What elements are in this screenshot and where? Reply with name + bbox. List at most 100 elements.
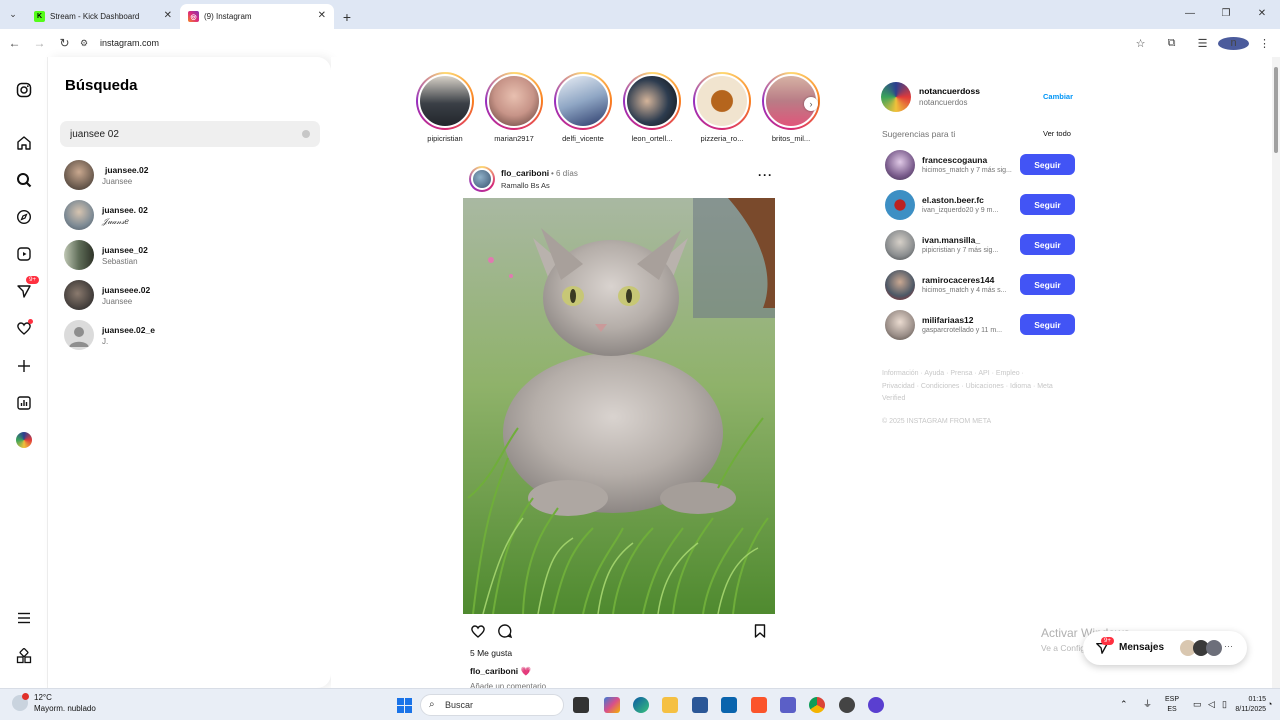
bookmark-star-icon[interactable]: ☆ (1125, 37, 1156, 50)
messages-floating-button[interactable]: 9+ Mensajes ··· (1083, 631, 1247, 665)
like-count[interactable]: 5 Me gusta (470, 648, 512, 658)
tab-instagram[interactable]: ◎ (9) Instagram ✕ (180, 4, 334, 29)
browser-menu-icon[interactable]: ⋮ (1249, 37, 1280, 50)
home-icon[interactable] (15, 134, 33, 152)
story-item[interactable]: leon_ortell... (621, 72, 683, 143)
story-username: pipicristian (427, 134, 463, 143)
dashboard-icon[interactable] (15, 394, 33, 412)
search-input[interactable] (60, 121, 320, 147)
back-icon[interactable]: ← (2, 36, 27, 50)
task-view-icon[interactable] (573, 697, 589, 713)
search-icon[interactable] (15, 171, 33, 189)
more-menu-icon[interactable] (15, 609, 33, 627)
follow-button[interactable]: Seguir (1020, 274, 1075, 295)
suggestion-username[interactable]: milifariaas12 (922, 315, 974, 325)
follow-button[interactable]: Seguir (1020, 194, 1075, 215)
follow-button[interactable]: Seguir (1020, 314, 1075, 335)
messages-icon[interactable]: 9+ (15, 276, 39, 300)
see-all-link[interactable]: Ver todo (1043, 129, 1071, 138)
post-avatar[interactable] (469, 166, 495, 192)
app-icon[interactable] (868, 697, 884, 713)
search-result[interactable]: juansee.02_e J. (64, 320, 314, 352)
weather-alert-icon (22, 693, 29, 700)
avatar[interactable] (885, 150, 915, 180)
search-result[interactable]: juansee_02 Sebastian (64, 240, 314, 272)
footer-links[interactable]: Información · Ayuda · Prensa · API · Emp… (882, 368, 1057, 406)
store-icon[interactable] (692, 697, 708, 713)
avatar[interactable] (885, 310, 915, 340)
account-username[interactable]: notancuerdoss (919, 86, 980, 96)
minimize-icon[interactable]: — (1172, 0, 1208, 27)
window-close-icon[interactable]: ✕ (1244, 0, 1280, 27)
chrome-icon[interactable] (809, 697, 825, 713)
story-avatar (418, 74, 472, 128)
tray-chevron-icon[interactable]: ⌃ (1120, 699, 1128, 709)
avatar[interactable] (885, 270, 915, 300)
suggestion-username[interactable]: el.aston.beer.fc (922, 195, 984, 205)
switch-account-button[interactable]: Cambiar (1043, 92, 1073, 101)
close-icon[interactable]: ✕ (318, 10, 326, 21)
notification-center-icon[interactable]: ◔ (1267, 699, 1272, 709)
suggestion-username[interactable]: ramirocaceres144 (922, 275, 994, 285)
post-image[interactable] (463, 198, 775, 614)
reload-icon[interactable]: ↻ (52, 36, 77, 50)
volume-icon[interactable]: ◁ (1208, 699, 1215, 709)
avatar[interactable] (885, 230, 915, 260)
windows-start-icon[interactable] (397, 698, 413, 714)
story-item[interactable]: pipicristian (414, 72, 476, 143)
post-username[interactable]: flo_cariboni (501, 168, 549, 178)
file-explorer-icon[interactable] (662, 697, 678, 713)
stories-next-icon[interactable]: › (804, 97, 818, 111)
profile-icon[interactable] (15, 431, 33, 449)
comment-icon[interactable] (497, 623, 513, 644)
app-icon[interactable] (839, 697, 855, 713)
network-icon[interactable]: ▭ (1193, 699, 1202, 709)
language-indicator[interactable]: ESP ES (1165, 695, 1179, 715)
post-time: • 6 días (551, 169, 578, 178)
follow-button[interactable]: Seguir (1020, 234, 1075, 255)
clock[interactable]: 01:15 8/11/2025 (1226, 695, 1266, 715)
usb-icon[interactable]: ⏚ (1143, 699, 1152, 709)
save-bookmark-icon[interactable] (752, 623, 768, 644)
follow-button[interactable]: Seguir (1020, 154, 1075, 175)
story-item[interactable]: pizzeria_ro... (691, 72, 753, 143)
avatar[interactable] (881, 82, 911, 112)
site-info-icon[interactable]: ⚙ (77, 38, 91, 49)
search-result[interactable]: juanseee.02 Juansee (64, 280, 314, 312)
explore-icon[interactable] (15, 208, 33, 226)
maximize-icon[interactable]: ❐ (1208, 0, 1244, 27)
search-result[interactable]: juansee.02 Juansee (64, 160, 314, 192)
edge-icon[interactable] (633, 697, 649, 713)
outlook-icon[interactable] (721, 697, 737, 713)
suggestion-username[interactable]: francescogauna (922, 155, 987, 165)
post-location[interactable]: Ramallo Bs As (501, 181, 550, 190)
create-icon[interactable] (15, 357, 33, 375)
avatar[interactable] (885, 190, 915, 220)
tab-kick-dashboard[interactable]: K Stream - Kick Dashboard ✕ (26, 4, 180, 29)
story-item[interactable]: marian2917 (483, 72, 545, 143)
page-scrollbar[interactable] (1272, 57, 1280, 688)
story-item[interactable]: delfi_vicente (552, 72, 614, 143)
brave-icon[interactable] (751, 697, 767, 713)
taskbar-search[interactable]: ⌕ Buscar (420, 694, 564, 716)
tab-search-icon[interactable]: ⌄ (0, 0, 26, 29)
search-result[interactable]: juansee. 02 𝒥𝓊𝒶𝓃𝓈𝑒 (64, 200, 314, 232)
more-options-icon[interactable]: ··· (758, 168, 773, 182)
extensions-icon[interactable]: ⧉ (1156, 37, 1187, 50)
clear-search-icon[interactable] (302, 130, 310, 138)
new-tab-icon[interactable]: + (334, 4, 360, 29)
like-icon[interactable] (470, 623, 486, 644)
suggestion-username[interactable]: ivan.mansilla_ (922, 235, 980, 245)
teams-icon[interactable] (780, 697, 796, 713)
copilot-icon[interactable] (604, 697, 620, 713)
url-field[interactable]: instagram.com (100, 38, 159, 48)
forward-icon[interactable]: → (27, 36, 52, 50)
caption-username[interactable]: flo_cariboni (470, 666, 518, 676)
reels-icon[interactable] (15, 245, 33, 263)
close-icon[interactable]: ✕ (164, 10, 172, 21)
instagram-logo-icon[interactable] (15, 81, 33, 99)
profile-avatar-icon[interactable]: n (1218, 36, 1249, 50)
notifications-icon[interactable] (15, 319, 33, 337)
also-from-meta-icon[interactable] (15, 647, 33, 665)
reading-list-icon[interactable]: ☰ (1187, 37, 1218, 50)
